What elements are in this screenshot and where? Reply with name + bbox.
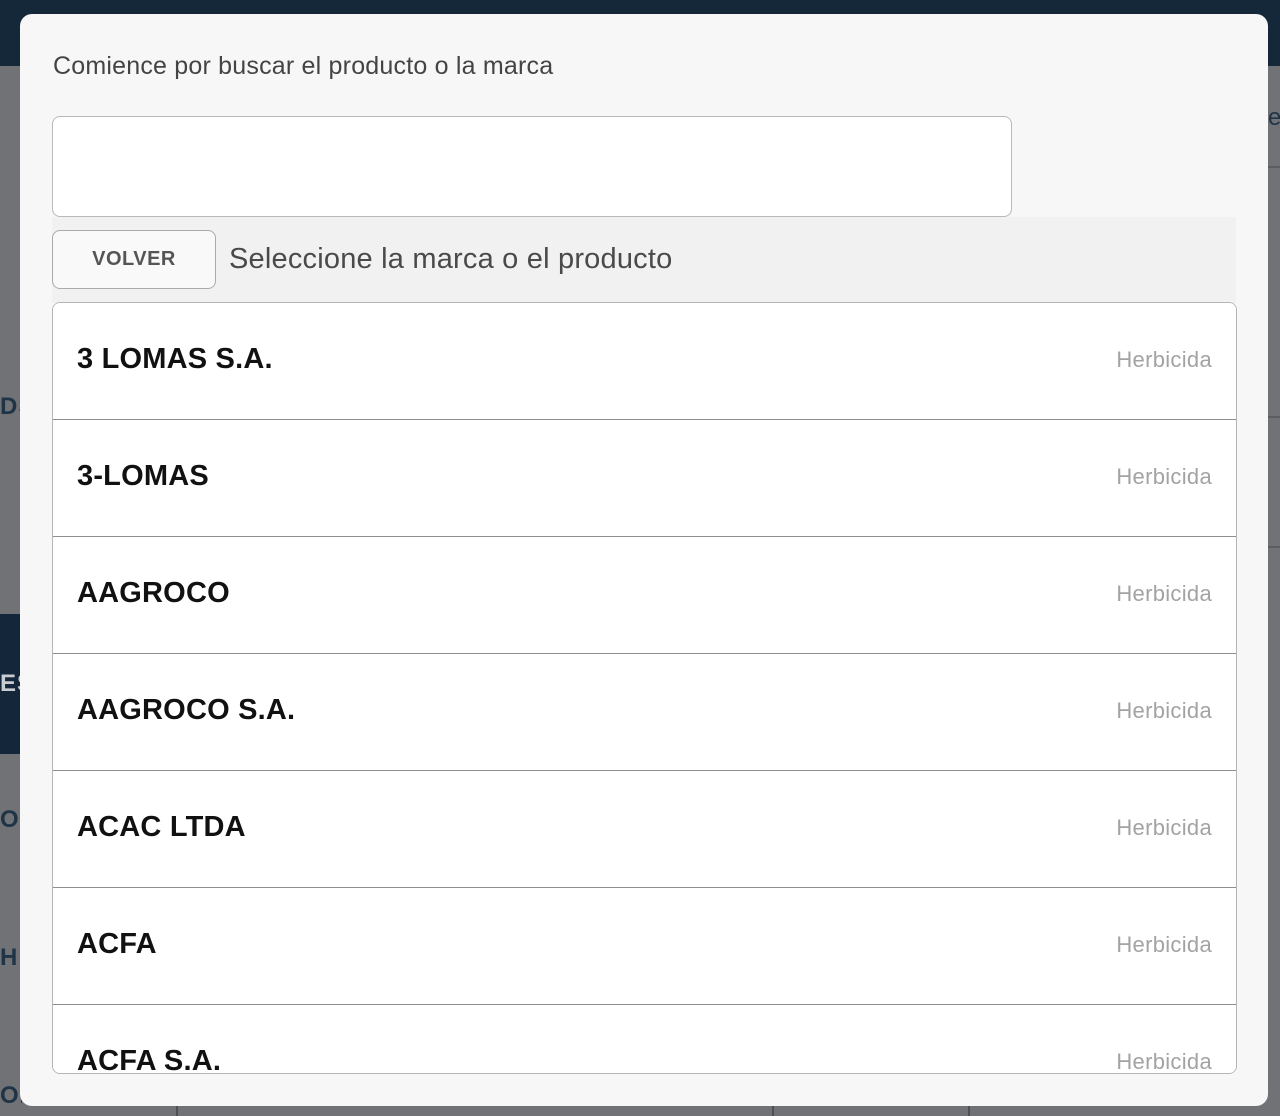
item-name: AAGROCO S.A. [77,694,296,726]
results-list[interactable]: 3 LOMAS S.A. Herbicida 3-LOMAS Herbicida… [52,302,1237,1074]
item-type: Herbicida [1116,464,1212,489]
background-text-fragment: ON [0,1082,22,1109]
background-text-fragment: HI [0,944,22,971]
background-divider [1266,416,1280,418]
item-type: Herbicida [1116,815,1212,840]
item-name: AAGROCO [77,577,230,609]
item-type: Herbicida [1116,1049,1212,1074]
background-divider [1266,166,1280,168]
item-type: Herbicida [1116,581,1212,606]
item-name: ACAC LTDA [77,811,246,843]
background-text-fragment: e [1268,104,1280,131]
background-text-fragment: ES [0,670,22,697]
selection-header: VOLVER Seleccione la marca o el producto [52,217,1236,303]
background-text-fragment: ON [0,806,22,833]
list-item[interactable]: 3 LOMAS S.A. Herbicida [53,303,1236,420]
item-name: ACFA S.A. [77,1045,222,1074]
back-button[interactable]: VOLVER [52,230,216,289]
background-divider [1266,546,1280,548]
background-text-fragment: DS [0,393,22,420]
item-name: ACFA [77,928,157,960]
item-type: Herbicida [1116,698,1212,723]
list-item[interactable]: 3-LOMAS Herbicida [53,420,1236,537]
selection-title: Seleccione la marca o el producto [229,243,673,275]
list-item[interactable]: AAGROCO Herbicida [53,537,1236,654]
item-type: Herbicida [1116,932,1212,957]
list-item[interactable]: ACFA S.A. Herbicida [53,1005,1236,1074]
item-name: 3-LOMAS [77,460,209,492]
search-input[interactable] [52,116,1012,217]
list-item[interactable]: AAGROCO S.A. Herbicida [53,654,1236,771]
item-type: Herbicida [1116,347,1212,372]
modal-heading: Comience por buscar el producto o la mar… [53,52,554,80]
list-item[interactable]: ACFA Herbicida [53,888,1236,1005]
item-name: 3 LOMAS S.A. [77,343,273,375]
list-item[interactable]: ACAC LTDA Herbicida [53,771,1236,888]
product-search-modal: Comience por buscar el producto o la mar… [20,14,1268,1106]
